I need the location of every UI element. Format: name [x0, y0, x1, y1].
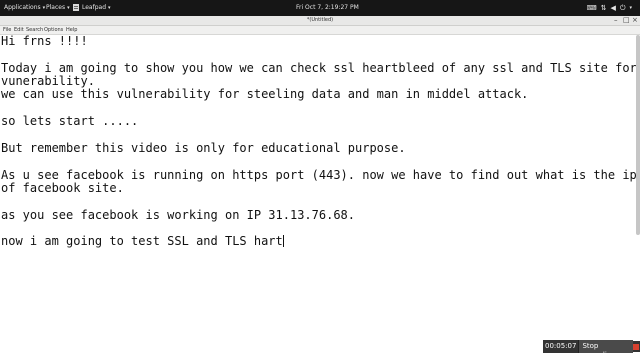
editor-line: Today i am going to show you how we can …	[1, 61, 636, 75]
recording-indicator[interactable]: 00:05:07 Stop recording	[543, 340, 640, 359]
editor-line: Hi frns !!!!	[1, 35, 88, 48]
menu-edit[interactable]: Edit	[14, 27, 24, 33]
editor-line: as you see facebook is working on IP 31.…	[1, 208, 356, 222]
window-title: *(Untitled)	[306, 17, 334, 23]
editor-line: of facebook site.	[1, 181, 124, 195]
maximize-button[interactable]: □	[623, 16, 630, 24]
power-icon[interactable]: ⏻	[620, 4, 626, 13]
recording-timer: 00:05:07	[543, 340, 579, 353]
chevron-down-icon[interactable]: ▾	[629, 5, 632, 11]
menu-file[interactable]: File	[3, 27, 11, 33]
editor-line: so lets start .....	[1, 114, 139, 128]
clock[interactable]: Fri Oct 7, 2:19:27 PM	[296, 4, 359, 11]
editor-line: we can use this vulnerability for steeli…	[1, 87, 529, 101]
places-menu[interactable]: Places ▾	[46, 4, 70, 11]
close-button[interactable]: ×	[632, 16, 638, 24]
applications-menu[interactable]: Applications ▾	[4, 4, 45, 11]
text-caret	[282, 235, 284, 247]
top-panel: Applications ▾ Places ▾ Leafpad ▾ Fri Oct 7…	[0, 0, 640, 16]
stop-icon[interactable]	[632, 341, 640, 352]
menu-help[interactable]: Help	[66, 27, 77, 33]
menu-search[interactable]: Search	[26, 27, 43, 33]
volume-icon[interactable]: ◀	[611, 4, 616, 12]
network-icon[interactable]: ⇅	[601, 4, 607, 12]
stop-recording-button[interactable]: Stop recording	[578, 340, 633, 359]
leafpad-app-icon	[73, 4, 79, 11]
editor-line: But remember this video is only for educ…	[1, 141, 406, 155]
menu-options[interactable]: Options	[44, 27, 63, 33]
vertical-scrollbar[interactable]	[636, 35, 640, 235]
text-editor[interactable]: Hi frns !!!! Today i am going to show yo…	[0, 35, 636, 360]
editor-line-current: now i am going to test SSL and TLS hart	[1, 234, 284, 248]
window-titlebar[interactable]: *(Untitled) – □ ×	[0, 16, 640, 26]
system-tray[interactable]: ⌨ ⇅ ◀ ⏻ ▾	[587, 2, 632, 14]
app-menu[interactable]: Leafpad ▾	[82, 4, 111, 11]
menu-bar: File Edit Search Options Help	[0, 26, 640, 35]
keyboard-icon[interactable]: ⌨	[587, 4, 597, 12]
minimize-button[interactable]: –	[614, 16, 618, 24]
